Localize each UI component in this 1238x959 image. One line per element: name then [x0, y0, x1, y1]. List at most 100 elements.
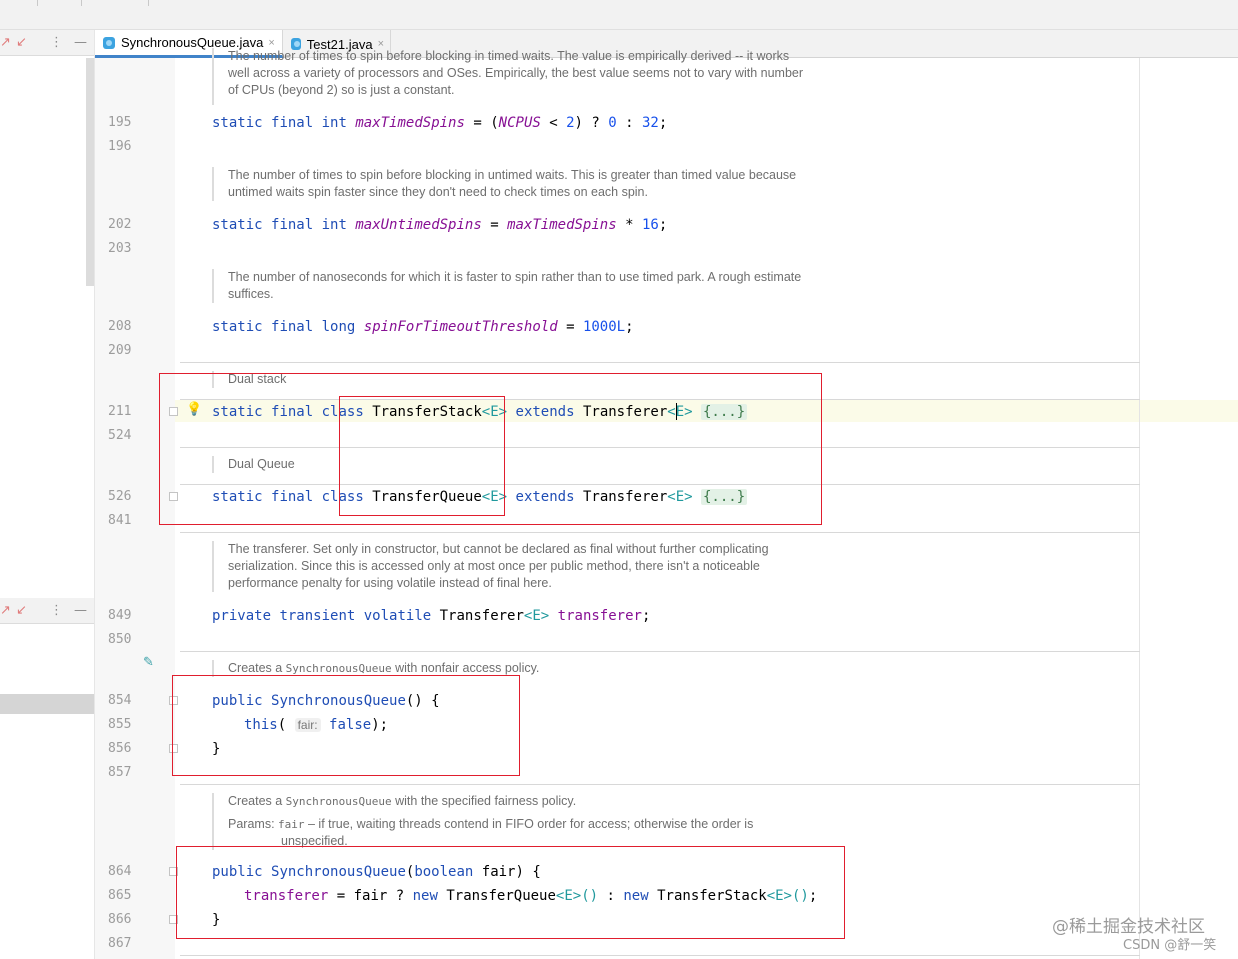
minimize-icon[interactable]: —: [74, 603, 87, 618]
doc-comment: The number of times to spin before block…: [212, 167, 796, 201]
close-icon[interactable]: ×: [268, 37, 274, 49]
code-line[interactable]: static final int maxTimedSpins = (NCPUS …: [212, 114, 667, 132]
doc-text: suffices.: [228, 287, 274, 301]
annotation-box-class-names: [339, 396, 505, 516]
more-options-icon[interactable]: ⋮: [50, 603, 63, 618]
line-number: 867: [108, 936, 132, 951]
doc-comment: The number of times to spin before block…: [212, 48, 803, 105]
field-name: maxTimedSpins: [507, 217, 617, 233]
line-number: 857: [108, 765, 132, 780]
doc-text: Creates a SynchronousQueue with the spec…: [228, 793, 753, 810]
edit-doc-pencil-icon[interactable]: ✎: [143, 655, 154, 670]
project-tool-window[interactable]: ↗ ↙ ⋮ — ↗ ↙ ⋮ —: [0, 30, 95, 959]
method-separator: [180, 955, 1140, 956]
doc-comment: The transferer. Set only in constructor,…: [212, 541, 769, 592]
semicolon: ;: [658, 217, 668, 233]
line-number: 841: [108, 513, 132, 528]
line-number: 864: [108, 864, 132, 879]
operator: =: [557, 319, 583, 335]
code-line[interactable]: static final long spinForTimeoutThreshol…: [212, 318, 634, 336]
number: 2: [566, 115, 575, 131]
field-name: maxUntimedSpins: [355, 217, 482, 233]
operator: =: [481, 217, 508, 233]
doc-text: with nonfair access policy.: [391, 661, 540, 675]
keyword: final: [271, 319, 314, 335]
doc-text: – if true, waiting threads contend in FI…: [304, 817, 754, 831]
field-name: NCPUS: [498, 115, 541, 131]
keyword: static: [212, 319, 263, 335]
doc-params-label: Params:: [228, 817, 279, 831]
method-separator: [180, 651, 1140, 652]
strip-separator: [148, 0, 149, 6]
tool-window-toolbar-2: ↗ ↙ ⋮ —: [0, 598, 94, 624]
more-options-icon[interactable]: ⋮: [50, 35, 63, 50]
strip-separator: [37, 0, 38, 6]
line-number: 524: [108, 428, 132, 443]
expand-icon[interactable]: ↗: [0, 35, 11, 50]
line-number: 196: [108, 139, 132, 154]
method-separator: [180, 532, 1140, 533]
doc-text: well across a variety of processors and …: [228, 66, 804, 80]
expand-icon[interactable]: ↗: [0, 603, 11, 618]
doc-text: with the specified fairness policy.: [391, 794, 577, 808]
code-line[interactable]: private transient volatile Transferer<E>…: [212, 607, 650, 625]
title-strip: [0, 0, 1238, 30]
line-number: 865: [108, 888, 132, 903]
paren: (: [490, 115, 499, 131]
collapse-icon[interactable]: ↙: [16, 603, 27, 618]
tool-window-scrollbar[interactable]: [86, 58, 94, 286]
doc-code-ref[interactable]: SynchronousQueue: [286, 795, 392, 808]
operator: :: [616, 115, 642, 131]
operator: =: [464, 115, 491, 131]
annotation-box-fair-constructor: [176, 846, 845, 939]
keyword: long: [321, 319, 356, 335]
line-number: 866: [108, 912, 132, 927]
keyword: static: [212, 115, 263, 131]
semicolon: ;: [625, 319, 634, 335]
doc-text: The number of times to spin before block…: [228, 168, 797, 182]
watermark-csdn: CSDN @舒一笑: [1123, 938, 1217, 953]
keyword: int: [321, 217, 347, 233]
collapse-icon[interactable]: ↙: [16, 35, 27, 50]
doc-comment: Creates a SynchronousQueue with the spec…: [212, 793, 753, 850]
semicolon: ;: [641, 608, 651, 624]
doc-params: Params: fair – if true, waiting threads …: [228, 816, 753, 833]
generic-param: <E>: [523, 608, 550, 624]
line-number: 856: [108, 741, 132, 756]
java-class-icon: [103, 36, 115, 49]
method-separator: [180, 784, 1140, 785]
operator: <: [540, 115, 567, 131]
keyword: int: [321, 115, 347, 131]
method-separator: [180, 362, 1140, 363]
doc-comment: The number of nanoseconds for which it i…: [212, 269, 801, 303]
line-number: 526: [108, 489, 132, 504]
doc-text: Creates a: [228, 661, 286, 675]
doc-code-ref[interactable]: SynchronousQueue: [286, 662, 392, 675]
strip-separator: [81, 0, 82, 6]
doc-text: The number of times to spin before block…: [228, 49, 790, 63]
number: 16: [641, 217, 659, 233]
line-number: 202: [108, 217, 132, 232]
operator: *: [616, 217, 642, 233]
number: 32: [642, 115, 659, 131]
semicolon: ;: [658, 115, 668, 131]
operator: ) ?: [574, 115, 609, 131]
code-line[interactable]: static final int maxUntimedSpins = maxTi…: [212, 216, 667, 234]
field-name: transferer: [557, 608, 642, 624]
keyword: transient: [279, 608, 356, 624]
number: 0: [608, 115, 617, 131]
number: 1000L: [582, 319, 626, 335]
line-number: 850: [108, 632, 132, 647]
doc-text: The number of nanoseconds for which it i…: [228, 270, 802, 284]
class-name[interactable]: Transferer: [440, 608, 524, 624]
minimize-icon[interactable]: —: [74, 35, 87, 50]
line-number: 855: [108, 717, 132, 732]
line-number: 203: [108, 241, 132, 256]
line-number: 209: [108, 343, 132, 358]
selected-tree-item[interactable]: [0, 694, 94, 714]
